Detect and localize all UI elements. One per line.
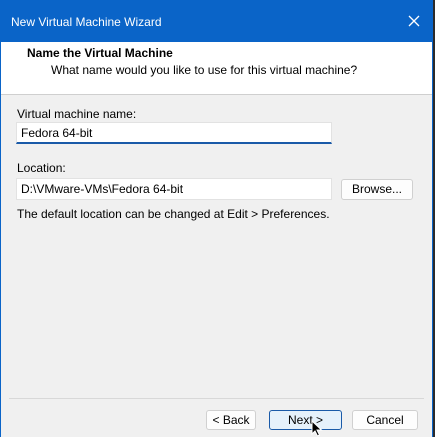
back-button[interactable]: < Back xyxy=(206,410,256,430)
location-hint: The default location can be changed at E… xyxy=(17,207,330,221)
browse-button[interactable]: Browse... xyxy=(341,179,413,200)
next-button[interactable]: Next > xyxy=(269,410,342,430)
wizard-header: Name the Virtual Machine What name would… xyxy=(1,42,432,95)
footer-divider xyxy=(9,398,424,399)
close-icon xyxy=(408,15,420,27)
title-bar: New Virtual Machine Wizard xyxy=(1,0,432,42)
cancel-button[interactable]: Cancel xyxy=(352,410,418,430)
window-title: New Virtual Machine Wizard xyxy=(11,15,162,29)
close-button[interactable] xyxy=(400,8,428,34)
vm-name-label: Virtual machine name: xyxy=(17,107,137,121)
location-label: Location: xyxy=(17,161,66,175)
page-subtitle: What name would you like to use for this… xyxy=(51,63,358,77)
vm-name-input[interactable]: Fedora 64-bit xyxy=(16,122,332,144)
page-title: Name the Virtual Machine xyxy=(27,46,173,60)
location-input[interactable]: D:\VMware-VMs\Fedora 64-bit xyxy=(16,178,332,200)
wizard-window: New Virtual Machine Wizard Name the Virt… xyxy=(0,0,433,437)
mouse-pointer-icon xyxy=(311,420,323,437)
